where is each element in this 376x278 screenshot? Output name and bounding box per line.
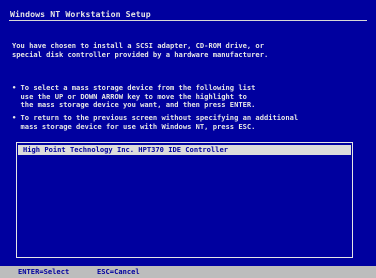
title-underline [9, 20, 367, 21]
status-bar: ENTER=Select ESC=Cancel [0, 266, 376, 278]
mass-storage-device-list[interactable]: High Point Technology Inc. HPT370 IDE Co… [16, 142, 353, 258]
instruction-select: • To select a mass storage device from t… [12, 83, 256, 110]
setup-title: Windows NT Workstation Setup [10, 9, 151, 19]
enter-select-key-hint: ENTER=Select [18, 267, 70, 276]
list-item-hpt370-controller[interactable]: High Point Technology Inc. HPT370 IDE Co… [18, 145, 351, 155]
instruction-return: • To return to the previous screen witho… [12, 113, 299, 131]
esc-cancel-key-hint: ESC=Cancel [97, 267, 140, 276]
intro-text: You have chosen to install a SCSI adapte… [12, 41, 269, 59]
